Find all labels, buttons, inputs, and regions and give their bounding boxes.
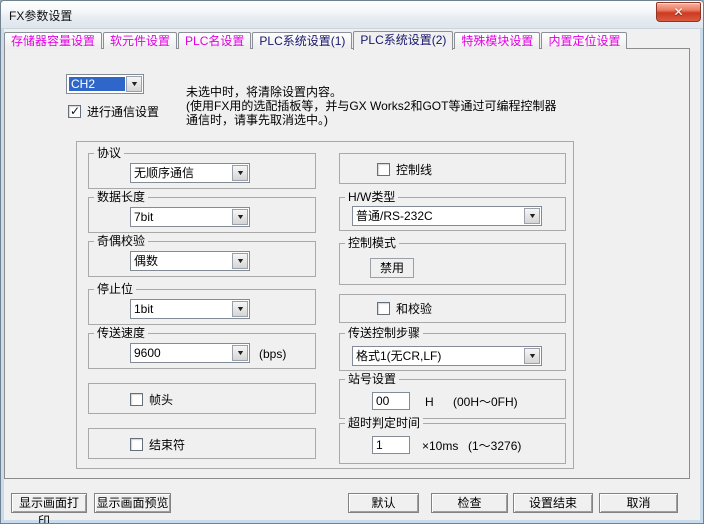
- transmission-control-value: 格式1(无CR,LF): [356, 349, 522, 364]
- parity-select[interactable]: 偶数: [130, 251, 250, 271]
- transmission-control-select[interactable]: 格式1(无CR,LF): [352, 346, 542, 366]
- terminator-label: 结束符: [149, 438, 185, 452]
- notice-line-1: 未选中时，将清除设置内容。: [186, 85, 342, 99]
- data-length-value: 7bit: [134, 210, 230, 225]
- stop-bit-group: 停止位 1bit: [88, 289, 316, 325]
- terminator-checkbox[interactable]: [130, 438, 143, 451]
- station-number-range: (00H～0FH): [453, 395, 518, 409]
- preview-screen-button[interactable]: 显示画面预览: [94, 493, 171, 513]
- control-line-checkbox[interactable]: [377, 163, 390, 176]
- fx-parameter-dialog: FX参数设置 ✕ 存储器容量设置 软元件设置 PLC名设置 PLC系统设置(1)…: [0, 0, 704, 524]
- stop-bit-select[interactable]: 1bit: [130, 299, 250, 319]
- tab-memory-capacity[interactable]: 存储器容量设置: [4, 32, 102, 49]
- chevron-down-icon[interactable]: [524, 208, 540, 224]
- tab-device-setting[interactable]: 软元件设置: [103, 32, 177, 49]
- data-length-group: 数据长度 7bit: [88, 197, 316, 233]
- station-number-unit: H: [425, 395, 434, 409]
- control-line-label: 控制线: [396, 163, 432, 177]
- data-length-group-label: 数据长度: [94, 190, 148, 204]
- tab-plc-name[interactable]: PLC名设置: [178, 32, 251, 49]
- parity-group-label: 奇偶校验: [94, 234, 148, 248]
- timeout-input[interactable]: 1: [372, 436, 410, 454]
- baud-rate-group: 传送速度 9600 (bps): [88, 333, 316, 369]
- print-screen-button[interactable]: 显示画面打印...: [11, 493, 87, 513]
- terminator-box: 结束符: [88, 428, 316, 459]
- cancel-button[interactable]: 取消: [599, 493, 678, 513]
- header-label: 帧头: [149, 393, 173, 407]
- control-mode-group-label: 控制模式: [345, 236, 399, 250]
- default-button[interactable]: 默认: [348, 493, 419, 513]
- close-button[interactable]: ✕: [656, 2, 701, 22]
- header-box: 帧头: [88, 383, 316, 414]
- sum-check-checkbox[interactable]: [377, 302, 390, 315]
- stop-bit-value: 1bit: [134, 302, 230, 317]
- tab-special-module[interactable]: 特殊模块设置: [454, 32, 540, 49]
- channel-select[interactable]: CH2: [66, 74, 144, 94]
- baud-rate-unit: (bps): [259, 347, 286, 361]
- baud-rate-value: 9600: [134, 346, 230, 361]
- control-mode-group: 控制模式 禁用: [339, 243, 566, 285]
- chevron-down-icon[interactable]: [232, 209, 248, 225]
- tab-plc-system-1[interactable]: PLC系统设置(1): [252, 32, 352, 49]
- hw-type-group: H/W类型 普通/RS-232C: [339, 197, 566, 231]
- hw-type-select[interactable]: 普通/RS-232C: [352, 206, 542, 226]
- titlebar[interactable]: FX参数设置 ✕: [1, 1, 703, 29]
- notice-line-3: 通信时，请事先取消选中。): [186, 113, 328, 127]
- stop-bit-group-label: 停止位: [94, 282, 136, 296]
- tab-builtin-positioning[interactable]: 内置定位设置: [541, 32, 627, 49]
- tab-bar: 存储器容量设置 软元件设置 PLC名设置 PLC系统设置(1) PLC系统设置(…: [4, 30, 628, 49]
- hw-type-value: 普通/RS-232C: [356, 209, 522, 224]
- timeout-unit: ×10ms: [422, 439, 458, 453]
- timeout-group-label: 超时判定时间: [345, 416, 423, 430]
- header-checkbox[interactable]: [130, 393, 143, 406]
- protocol-select[interactable]: 无顺序通信: [130, 163, 250, 183]
- chevron-down-icon[interactable]: [232, 301, 248, 317]
- timeout-range: (1～3276): [468, 439, 521, 453]
- chevron-down-icon[interactable]: [232, 253, 248, 269]
- protocol-value: 无顺序通信: [134, 166, 230, 181]
- sum-check-label: 和校验: [396, 302, 432, 316]
- comm-setting-label: 进行通信设置: [87, 105, 159, 119]
- protocol-group-label: 协议: [94, 146, 124, 160]
- transmission-control-group: 传送控制步骤 格式1(无CR,LF): [339, 333, 566, 371]
- parity-value: 偶数: [134, 254, 230, 269]
- station-number-group: 站号设置 00 H (00H～0FH): [339, 379, 566, 419]
- chevron-down-icon[interactable]: [524, 348, 540, 364]
- chevron-down-icon[interactable]: [232, 345, 248, 361]
- station-number-input[interactable]: 00: [372, 392, 410, 410]
- sum-check-box: 和校验: [339, 294, 566, 323]
- station-number-group-label: 站号设置: [345, 372, 399, 386]
- check-button[interactable]: 检查: [431, 493, 508, 513]
- channel-value: CH2: [69, 77, 125, 91]
- control-mode-value: 禁用: [370, 258, 414, 278]
- transmission-control-group-label: 传送控制步骤: [345, 326, 423, 340]
- control-line-box: 控制线: [339, 153, 566, 184]
- tab-plc-system-2[interactable]: PLC系统设置(2): [353, 31, 453, 50]
- close-icon: ✕: [673, 5, 683, 19]
- window-title: FX参数设置: [9, 7, 72, 24]
- chevron-down-icon[interactable]: [232, 165, 248, 181]
- baud-rate-select[interactable]: 9600: [130, 343, 250, 363]
- data-length-select[interactable]: 7bit: [130, 207, 250, 227]
- parity-group: 奇偶校验 偶数: [88, 241, 316, 277]
- hw-type-group-label: H/W类型: [345, 190, 398, 204]
- baud-rate-group-label: 传送速度: [94, 326, 148, 340]
- timeout-group: 超时判定时间 1 ×10ms (1～3276): [339, 423, 566, 464]
- chevron-down-icon[interactable]: [126, 76, 142, 92]
- notice-line-2: (使用FX用的选配插板等，并与GX Works2和GOT等通过可编程控制器: [186, 99, 556, 113]
- comm-setting-checkbox[interactable]: [68, 105, 81, 118]
- finish-setting-button[interactable]: 设置结束: [513, 493, 593, 513]
- protocol-group: 协议 无顺序通信: [88, 153, 316, 189]
